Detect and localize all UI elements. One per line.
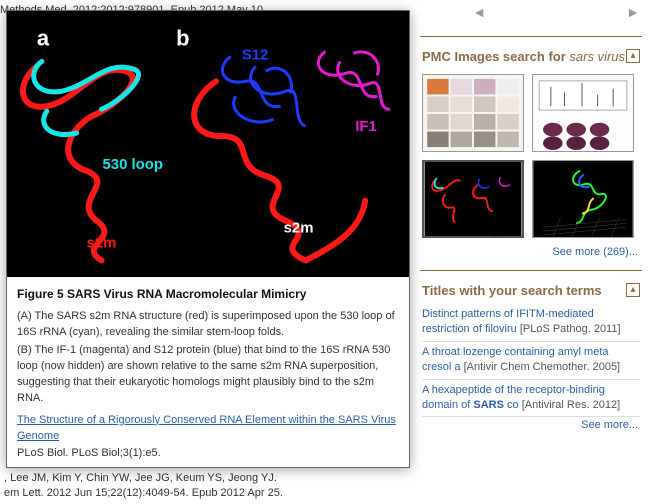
panel-b-label: b	[176, 25, 189, 50]
figure-source: PLoS Biol. PLoS Biol;3(1):e5.	[17, 447, 399, 459]
bg-citation-frag-bottom: em Lett. 2012 Jun 15;22(12):4049-54. Epu…	[4, 486, 410, 500]
s12-protein-label: S12	[242, 46, 269, 63]
title-item[interactable]: A throat lozenge containing amyl meta cr…	[422, 342, 640, 380]
figure-image[interactable]: a b S12 IF1 530 loop s2m s2m	[7, 11, 409, 277]
figure-popup: a b S12 IF1 530 loop s2m s2m Figure 5 SA…	[6, 10, 410, 468]
panel-a-label: a	[37, 25, 50, 50]
title-item[interactable]: A hexapeptide of the receptor-binding do…	[422, 380, 640, 418]
nav-prev-arrow[interactable]: ◄	[472, 4, 486, 20]
image-thumbnail[interactable]	[422, 74, 524, 152]
s2m-left-label: s2m	[87, 234, 117, 251]
collapse-images-section-icon[interactable]: ▴	[626, 49, 640, 63]
divider	[420, 36, 642, 37]
loop530-label: 530 loop	[103, 156, 163, 173]
divider	[420, 270, 642, 271]
image-thumbnail-grid: ☟	[420, 68, 642, 244]
image-thumbnail[interactable]	[532, 74, 634, 152]
title-journal: [Antivir Chem Chemother. 2005]	[464, 361, 621, 373]
figure-desc-b: (B) The IF-1 (magenta) and S12 protein (…	[17, 343, 399, 407]
right-column: PMC Images search for sars virus ▴	[420, 30, 642, 437]
nav-next-arrow[interactable]: ►	[626, 4, 640, 20]
title-bold: SARS	[473, 399, 504, 411]
images-search-query: sars virus	[569, 49, 625, 64]
title-link-cont: co	[504, 399, 519, 411]
title-journal: [PLoS Pathog. 2011]	[520, 323, 621, 335]
titles-section-header: Titles with your search terms	[422, 283, 602, 298]
image-thumbnail[interactable]	[532, 160, 634, 238]
if1-protein-label: IF1	[355, 118, 377, 135]
images-search-header: PMC Images search for sars virus	[422, 49, 625, 64]
see-more-images-link[interactable]: See more (269)...	[420, 244, 642, 264]
collapse-titles-section-icon[interactable]: ▴	[626, 283, 640, 297]
title-journal: [Antiviral Res. 2012]	[522, 399, 620, 411]
images-search-header-text: PMC Images search for	[422, 49, 569, 64]
title-item[interactable]: Distinct patterns of IFITM-mediated rest…	[422, 304, 640, 342]
figure-title: Figure 5 SARS Virus RNA Macromolecular M…	[17, 287, 399, 301]
figure-desc-a: (A) The SARS s2m RNA structure (red) is …	[17, 309, 399, 341]
see-more-titles-link[interactable]: See more...	[420, 417, 642, 437]
image-thumbnail-active[interactable]: ☟	[422, 160, 524, 238]
s2m-right-label: s2m	[284, 220, 314, 237]
bg-authors-frag: , Lee JM, Kim Y, Chin YW, Jee JG, Keum Y…	[4, 471, 410, 485]
figure-article-link[interactable]: The Structure of a Rigorously Conserved …	[17, 413, 399, 445]
titles-list: Distinct patterns of IFITM-mediated rest…	[420, 302, 642, 417]
